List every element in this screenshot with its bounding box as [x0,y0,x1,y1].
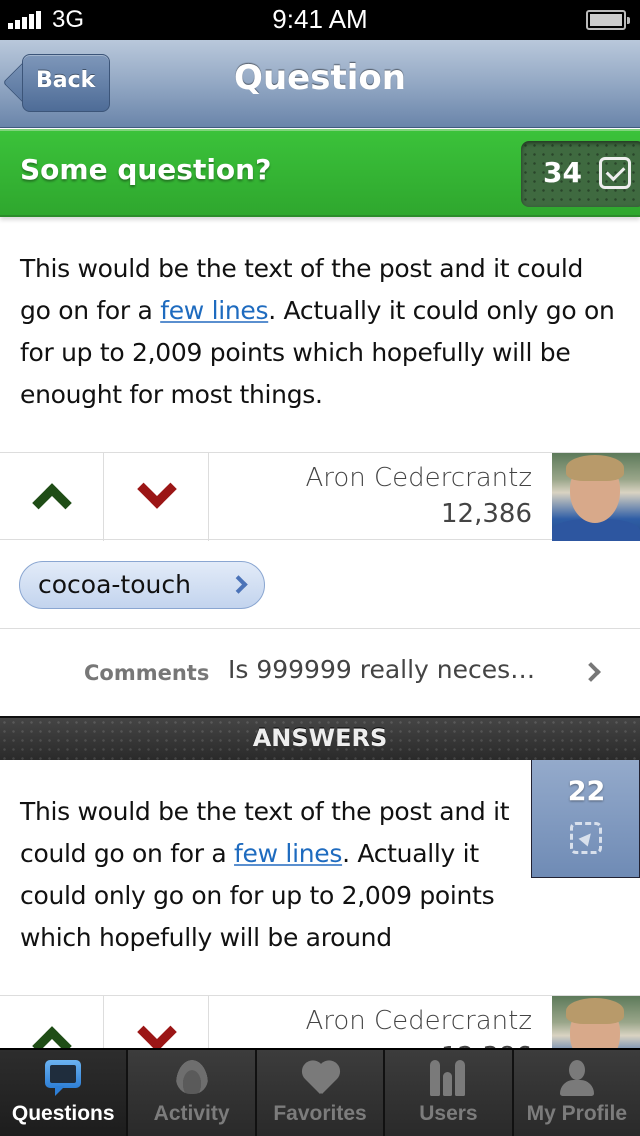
tab-bar: Questions Activity Favorites Users My Pr… [0,1048,640,1136]
tab-label: Activity [153,1102,230,1125]
users-icon [428,1060,468,1096]
question-header: Some question? 34 [0,129,640,217]
downvote-arrow-icon [137,469,177,509]
page-title: Question [234,58,406,98]
status-bar: 3G 9:41 AM [0,0,640,40]
tab-label: Favorites [273,1102,367,1125]
tab-my-profile[interactable]: My Profile [513,1050,640,1136]
upvote-button[interactable] [0,453,104,541]
author-name[interactable]: Aron Cedercrantz [305,1006,532,1036]
upvote-arrow-icon [32,483,72,523]
author-name[interactable]: Aron Cedercrantz [305,463,532,493]
speech-bubble-icon [43,1060,83,1096]
answer-body: This would be the text of the post and i… [20,797,510,952]
tab-label: Users [419,1102,478,1125]
tag-cocoa-touch[interactable]: cocoa-touch [19,561,265,609]
status-time: 9:41 AM [272,4,368,34]
comments-preview: Is 999999 really neces… [228,655,536,684]
downvote-arrow-icon [137,1012,177,1052]
tab-users[interactable]: Users [385,1050,514,1136]
comments-row[interactable]: Comments Is 999999 really neces… [0,628,640,716]
tab-label: Questions [11,1102,115,1125]
flame-icon [175,1060,208,1094]
battery-icon [586,10,630,30]
chevron-right-icon [229,575,248,594]
tag-label: cocoa-touch [38,570,191,599]
heart-icon [300,1060,340,1096]
tab-activity[interactable]: Activity [128,1050,257,1136]
tab-label: My Profile [526,1102,627,1125]
comments-label: Comments [84,661,210,685]
navigation-bar: Back Question [0,40,640,128]
downvote-button[interactable] [105,453,209,541]
question-title: Some question? [20,153,272,186]
author-reputation: 12,386 [441,499,532,529]
question-vote-row: Aron Cedercrantz 12,386 [0,452,640,541]
chevron-right-icon [581,662,601,682]
question-score-badge[interactable]: 34 [521,141,640,207]
check-box-icon [599,157,631,189]
answers-section-header: ANSWERS [0,716,640,760]
question-body: This would be the text of the post and i… [20,254,615,409]
question-score: 34 [543,156,582,189]
tab-questions[interactable]: Questions [0,1050,129,1136]
answer-score: 22 [567,776,606,807]
profile-icon [557,1060,597,1096]
answer-score-badge[interactable]: 22 [531,760,640,878]
answers-header-label: ANSWERS [252,724,388,752]
accept-answer-icon [570,822,602,854]
author-avatar[interactable] [552,453,640,541]
question-body-link[interactable]: few lines [160,296,268,325]
tab-favorites[interactable]: Favorites [256,1050,386,1136]
answer-body-link[interactable]: few lines [234,839,342,868]
